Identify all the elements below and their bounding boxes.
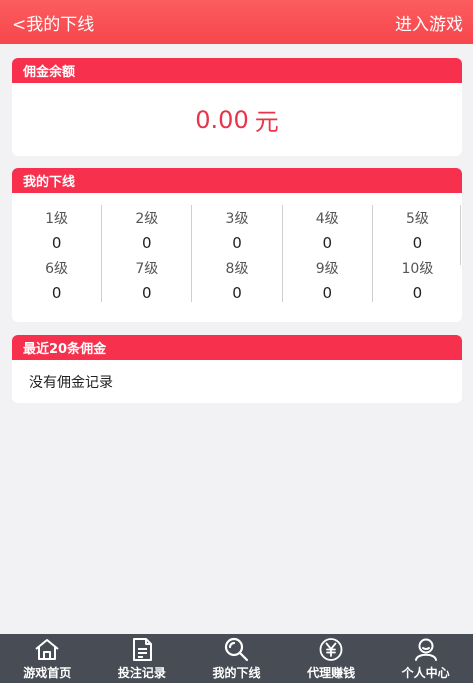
level-label: 2级 — [135, 211, 159, 227]
levels-grid: 1级 0 6级 0 2级 0 7级 0 3级 0 8级 0 4级 0 9级 0 … — [12, 193, 462, 322]
level-label: 4级 — [315, 211, 339, 227]
level-column-4: 4级 0 9级 0 — [283, 205, 373, 302]
tab-label: 游戏首页 — [23, 666, 72, 680]
document-icon — [132, 638, 152, 661]
downline-card: 我的下线 1级 0 6级 0 2级 0 7级 0 3级 0 8级 0 4级 0 … — [12, 168, 462, 322]
back-label: <我的下线 — [12, 14, 95, 35]
level-label: 5级 — [405, 211, 429, 227]
tab-label: 个人中心 — [401, 666, 450, 680]
home-icon — [35, 639, 59, 660]
column-divider — [460, 205, 461, 265]
enter-game-button[interactable]: 进入游戏 — [395, 10, 463, 35]
level-column-1: 1级 0 6级 0 — [12, 205, 103, 302]
level-count: 0 — [142, 234, 152, 252]
level-count: 0 — [232, 284, 242, 302]
level-label: 8级 — [225, 261, 249, 277]
level-column-3: 3级 0 8级 0 — [192, 205, 283, 302]
balance-card-title: 佣金余额 — [12, 58, 462, 83]
level-count: 0 — [232, 234, 242, 252]
balance-unit: 元 — [254, 108, 279, 136]
recent-card-title: 最近20条佣金 — [12, 335, 462, 360]
tab-label: 我的下线 — [212, 666, 261, 680]
level-column-2: 2级 0 7级 0 — [102, 205, 193, 302]
level-count: 0 — [322, 284, 332, 302]
level-count: 0 — [412, 284, 423, 302]
level-count: 0 — [51, 284, 62, 302]
tab-game-home[interactable]: 游戏首页 — [0, 634, 95, 683]
tab-agent-earn[interactable]: 代理赚钱 — [284, 634, 379, 683]
level-label: 6级 — [45, 261, 69, 277]
level-label: 9级 — [315, 261, 339, 277]
balance-amount-row: 0.00 元 — [12, 83, 462, 156]
tab-my-downline[interactable]: 我的下线 — [189, 634, 284, 683]
level-label: 3级 — [225, 211, 249, 227]
level-column-5: 5级 0 10级 0 — [373, 205, 462, 302]
user-icon — [414, 638, 437, 661]
tab-label: 代理赚钱 — [307, 666, 356, 680]
level-count: 0 — [322, 234, 332, 252]
recent-empty-text: 没有佣金记录 — [29, 374, 113, 391]
yuan-coin-icon — [319, 638, 343, 661]
level-label: 1级 — [45, 211, 69, 227]
level-label: 7级 — [135, 261, 159, 277]
level-count: 0 — [142, 284, 152, 302]
balance-card: 佣金余额 0.00 元 — [12, 58, 462, 156]
search-icon — [225, 637, 249, 662]
level-count: 0 — [51, 234, 62, 252]
tab-label: 投注记录 — [117, 666, 166, 680]
bottom-tabbar: 游戏首页 投注记录 我的下线 代理赚钱 个人中心 — [0, 634, 473, 683]
level-count: 0 — [412, 234, 423, 252]
back-button[interactable]: <我的下线 — [12, 10, 94, 35]
level-label: 10级 — [401, 261, 434, 277]
recent-commission-card: 最近20条佣金 没有佣金记录 — [12, 335, 462, 403]
tab-bet-records[interactable]: 投注记录 — [95, 634, 190, 683]
balance-amount: 0.00 — [195, 105, 249, 134]
downline-card-title: 我的下线 — [12, 168, 462, 193]
tab-personal-center[interactable]: 个人中心 — [378, 634, 473, 683]
top-header: <我的下线 进入游戏 — [0, 0, 473, 44]
